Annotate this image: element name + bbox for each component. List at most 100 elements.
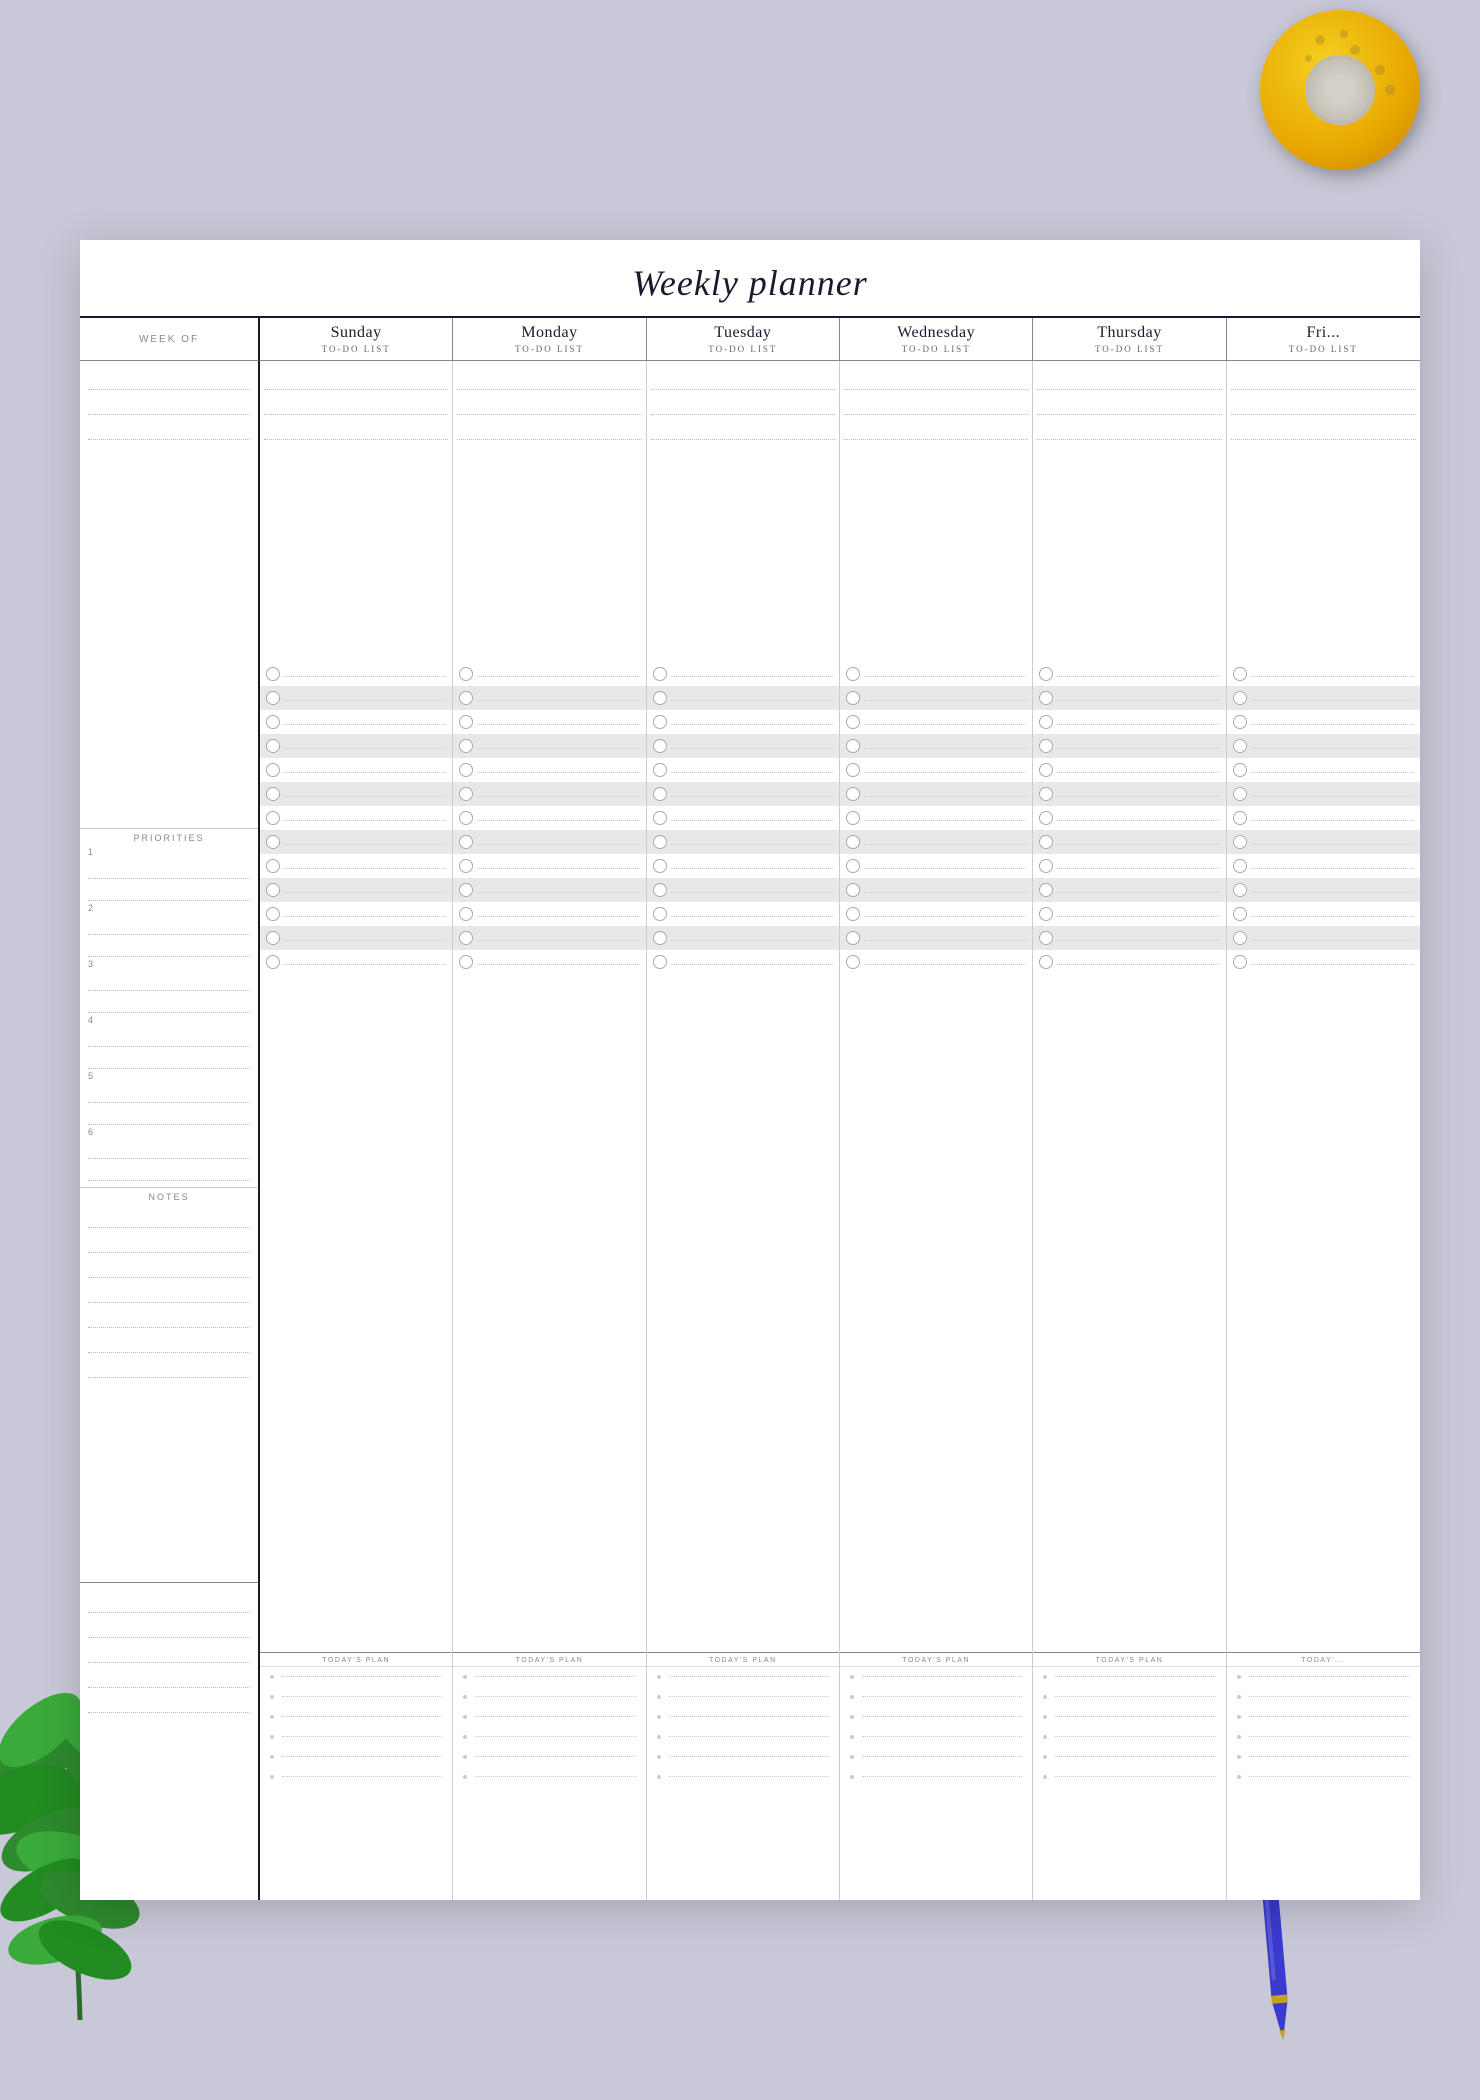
checkbox[interactable] — [266, 739, 280, 753]
checkbox[interactable] — [266, 931, 280, 945]
checkbox[interactable] — [1039, 715, 1053, 729]
checkbox[interactable] — [1233, 883, 1247, 897]
checkbox[interactable] — [459, 739, 473, 753]
todays-plan-label: TODAY'... — [1227, 1653, 1420, 1667]
day-sub-thursday: TO-DO LIST — [1095, 344, 1164, 354]
checkbox[interactable] — [846, 859, 860, 873]
checkbox[interactable] — [846, 955, 860, 969]
checkbox[interactable] — [1039, 691, 1053, 705]
checkbox[interactable] — [266, 811, 280, 825]
checkbox[interactable] — [1233, 835, 1247, 849]
checkbox[interactable] — [1039, 931, 1053, 945]
checkbox[interactable] — [653, 667, 667, 681]
checkbox[interactable] — [1039, 811, 1053, 825]
checkbox[interactable] — [266, 835, 280, 849]
checkbox-row — [260, 806, 452, 830]
checkbox[interactable] — [1039, 883, 1053, 897]
checkbox[interactable] — [266, 955, 280, 969]
checkbox[interactable] — [1039, 835, 1053, 849]
checkbox[interactable] — [1039, 907, 1053, 921]
plan-dot-row — [1227, 1707, 1420, 1727]
header-wednesday: Wednesday TO-DO LIST — [840, 318, 1033, 361]
checkbox[interactable] — [846, 907, 860, 921]
checkbox[interactable] — [266, 787, 280, 801]
checkbox[interactable] — [459, 835, 473, 849]
checkbox[interactable] — [653, 691, 667, 705]
day-sub-monday: TO-DO LIST — [515, 344, 584, 354]
checkbox[interactable] — [846, 715, 860, 729]
checkbox[interactable] — [459, 691, 473, 705]
checkbox[interactable] — [459, 763, 473, 777]
checkbox[interactable] — [1039, 787, 1053, 801]
checkbox-row — [840, 926, 1032, 950]
checkbox-row — [647, 854, 839, 878]
checkbox[interactable] — [266, 859, 280, 873]
checkbox[interactable] — [1233, 931, 1247, 945]
checkbox[interactable] — [653, 811, 667, 825]
thursday-todays-plan: TODAY'S PLAN — [1033, 1652, 1225, 1900]
checkbox-row — [260, 830, 452, 854]
checkbox-row — [453, 686, 645, 710]
plan-dot-row — [453, 1707, 645, 1727]
checkbox[interactable] — [653, 787, 667, 801]
checkbox[interactable] — [1233, 739, 1247, 753]
plan-dot-row — [260, 1747, 452, 1767]
checkbox[interactable] — [653, 763, 667, 777]
checkbox[interactable] — [846, 883, 860, 897]
checkbox[interactable] — [1039, 667, 1053, 681]
checkbox[interactable] — [1039, 739, 1053, 753]
checkbox[interactable] — [1233, 715, 1247, 729]
checkbox[interactable] — [1233, 811, 1247, 825]
checkbox[interactable] — [459, 715, 473, 729]
checkbox[interactable] — [459, 787, 473, 801]
checkbox[interactable] — [653, 907, 667, 921]
checkbox[interactable] — [1233, 667, 1247, 681]
checkbox[interactable] — [266, 667, 280, 681]
checkbox[interactable] — [846, 691, 860, 705]
checkbox[interactable] — [653, 883, 667, 897]
checkbox[interactable] — [459, 955, 473, 969]
checkbox[interactable] — [653, 931, 667, 945]
checkbox[interactable] — [459, 859, 473, 873]
day-name-monday: Monday — [521, 324, 577, 342]
sidebar-notes-section: NOTES — [80, 1187, 258, 1582]
checkbox[interactable] — [846, 667, 860, 681]
checkbox[interactable] — [653, 835, 667, 849]
checkbox[interactable] — [459, 883, 473, 897]
checkbox[interactable] — [1233, 907, 1247, 921]
checkbox[interactable] — [653, 715, 667, 729]
todays-plan-label: TODAY'S PLAN — [453, 1653, 645, 1667]
checkbox[interactable] — [846, 931, 860, 945]
checkbox[interactable] — [459, 931, 473, 945]
checkbox[interactable] — [1039, 955, 1053, 969]
checkbox[interactable] — [653, 739, 667, 753]
checkbox[interactable] — [1039, 859, 1053, 873]
checkbox[interactable] — [1233, 955, 1247, 969]
checkbox-row — [1033, 758, 1225, 782]
checkbox[interactable] — [459, 811, 473, 825]
checkbox[interactable] — [266, 907, 280, 921]
day-name-thursday: Thursday — [1097, 324, 1161, 342]
checkbox[interactable] — [846, 763, 860, 777]
checkbox[interactable] — [1233, 859, 1247, 873]
checkbox[interactable] — [1233, 787, 1247, 801]
checkbox[interactable] — [266, 763, 280, 777]
checkbox[interactable] — [459, 667, 473, 681]
checkbox-row — [840, 854, 1032, 878]
checkbox[interactable] — [846, 787, 860, 801]
checkbox[interactable] — [846, 739, 860, 753]
checkbox[interactable] — [653, 859, 667, 873]
checkbox[interactable] — [846, 811, 860, 825]
checkbox[interactable] — [459, 907, 473, 921]
checkbox-row — [1033, 686, 1225, 710]
checkbox[interactable] — [1233, 691, 1247, 705]
checkbox[interactable] — [266, 883, 280, 897]
checkbox[interactable] — [846, 835, 860, 849]
checkbox[interactable] — [266, 691, 280, 705]
checkbox-row — [1033, 710, 1225, 734]
checkbox[interactable] — [1039, 763, 1053, 777]
checkbox[interactable] — [266, 715, 280, 729]
priority-1: 1 — [88, 847, 250, 901]
checkbox[interactable] — [653, 955, 667, 969]
checkbox[interactable] — [1233, 763, 1247, 777]
